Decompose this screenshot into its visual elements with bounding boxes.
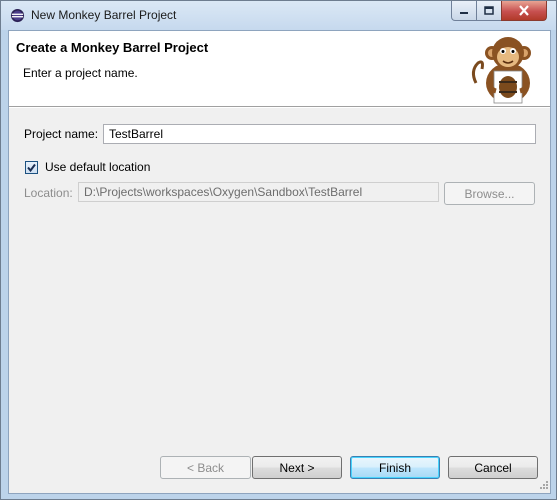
use-default-location-checkbox[interactable] <box>25 161 38 174</box>
next-button[interactable]: Next > <box>252 456 342 479</box>
window-title: New Monkey Barrel Project <box>31 8 177 22</box>
resize-grip-icon[interactable] <box>537 480 549 492</box>
close-button[interactable] <box>501 1 547 21</box>
finish-button[interactable]: Finish <box>350 456 440 479</box>
maximize-button[interactable] <box>476 1 502 21</box>
banner-divider <box>9 107 550 108</box>
close-icon <box>519 5 529 16</box>
title-bar[interactable]: New Monkey Barrel Project <box>1 1 556 30</box>
back-button[interactable]: < Back <box>160 456 251 479</box>
eclipse-app-icon <box>10 8 25 23</box>
dialog-window: New Monkey Barrel Project Create a Monke… <box>0 0 557 500</box>
maximize-icon <box>484 6 494 15</box>
cancel-button[interactable]: Cancel <box>448 456 538 479</box>
minimize-icon <box>460 11 468 14</box>
minimize-button[interactable] <box>451 1 477 21</box>
location-input[interactable] <box>78 182 439 202</box>
wizard-message: Enter a project name. <box>23 66 138 80</box>
monkey-barrel-logo <box>471 37 531 104</box>
project-name-input[interactable] <box>103 124 536 144</box>
checkmark-icon <box>27 163 36 173</box>
wizard-banner: Create a Monkey Barrel Project Enter a p… <box>9 31 550 107</box>
location-label: Location: <box>24 186 73 200</box>
wizard-title: Create a Monkey Barrel Project <box>16 40 209 55</box>
browse-button[interactable]: Browse... <box>444 182 535 205</box>
dialog-client-area: Create a Monkey Barrel Project Enter a p… <box>8 30 551 494</box>
project-name-label: Project name: <box>24 127 99 141</box>
use-default-location-label[interactable]: Use default location <box>45 160 150 174</box>
